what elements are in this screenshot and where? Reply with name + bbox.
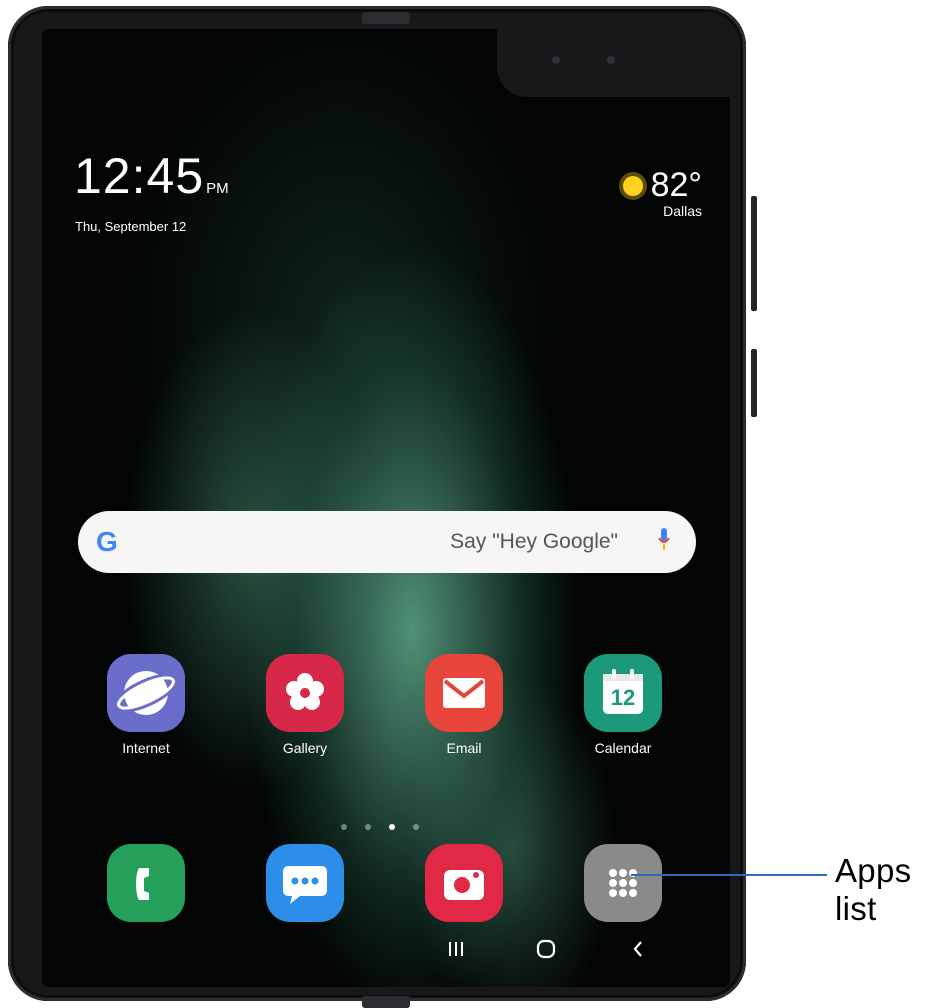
mic-icon[interactable] [658,528,670,550]
app-messages[interactable] [245,844,365,922]
messages-icon [266,844,344,922]
volume-button [751,196,757,311]
power-button [751,349,757,417]
page-indicator [332,817,428,835]
camera-notch [497,29,730,97]
internet-icon [107,654,185,732]
app-label: Calendar [594,740,652,756]
clock-ampm: PM [206,180,229,197]
app-label: Gallery [282,740,328,756]
home-screen: 12:45 PM Thu, September 12 82° Dallas G S… [42,29,730,987]
sun-icon [622,175,643,196]
navigation-bar [42,917,730,987]
email-icon [425,654,503,732]
app-label: Internet [122,740,170,756]
page-dot [413,824,419,830]
recent-apps-icon[interactable] [447,939,465,959]
phone-device: 12:45 PM Thu, September 12 82° Dallas G S… [8,6,757,1008]
apps-list-annotation: Apps list [835,852,912,927]
page-dot [365,824,371,830]
hinge-top [362,12,410,24]
weather-city: Dallas [663,203,702,219]
weather-temperature: 82° [650,166,702,204]
annotation-pointer-line [631,874,827,876]
date-label: Thu, September 12 [75,219,187,234]
page-dot [341,824,347,830]
back-icon[interactable] [631,939,645,959]
google-search-bar[interactable]: G Say "Hey Google" [78,511,696,573]
calendar-icon: 12 [584,654,662,732]
weather-widget[interactable]: 82° Dallas [622,166,702,219]
clock-widget[interactable]: 12:45 PM [74,147,229,205]
gallery-icon [266,654,344,732]
phone-icon [107,844,185,922]
app-label: Email [446,740,482,756]
app-calendar[interactable]: 12 Calendar [563,654,683,756]
app-internet[interactable]: Internet [86,654,206,756]
search-placeholder: Say "Hey Google" [450,530,618,553]
apps-list-button[interactable] [563,844,683,922]
app-camera[interactable] [404,844,524,922]
app-email[interactable]: Email [404,654,524,756]
apps-grid-icon [584,844,662,922]
page-dot-active [389,824,395,830]
calendar-badge: 12 [610,685,636,710]
app-gallery[interactable]: Gallery [245,654,365,756]
camera-lens [552,56,560,64]
clock-time: 12:45 [74,148,205,204]
google-logo-icon: G [96,526,118,557]
home-nav-icon[interactable] [535,939,557,959]
app-phone[interactable] [86,844,206,922]
camera-lens [607,56,615,64]
hinge-bottom [362,996,410,1008]
camera-icon [425,844,503,922]
